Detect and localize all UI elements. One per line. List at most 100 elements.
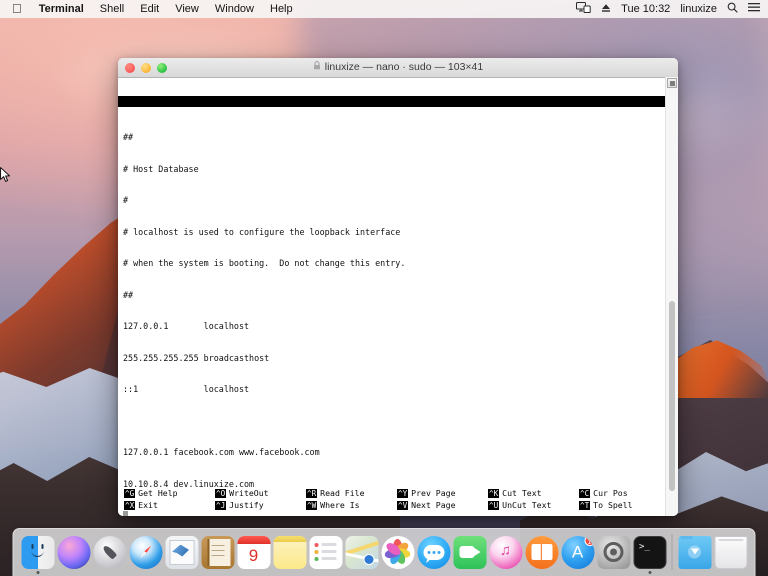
dock-item-siri[interactable] [56, 532, 92, 574]
dock-item-finder[interactable] [20, 532, 56, 574]
search-icon[interactable] [727, 2, 738, 16]
dock-item-safari[interactable] [128, 532, 164, 574]
lock-icon [313, 58, 321, 77]
apple-logo-icon[interactable]:  [10, 0, 31, 18]
nano-editor[interactable]: GNU nano 2.0.6 File: /etc/hosts Modified… [118, 78, 678, 516]
shortcut-label: Next Page [411, 500, 455, 511]
running-indicator [288, 571, 291, 574]
running-indicator [360, 571, 363, 574]
text-cursor [123, 511, 128, 517]
running-indicator [504, 571, 507, 574]
shortcut-cut-text[interactable]: ^K Cut Text [482, 487, 573, 499]
shortcut-cur-pos[interactable]: ^C Cur Pos [573, 487, 664, 499]
eject-icon[interactable] [601, 3, 611, 16]
running-indicator [36, 571, 39, 574]
photos-icon [381, 536, 414, 569]
ibooks-icon [525, 536, 558, 569]
terminal-scrollbar[interactable] [665, 77, 678, 516]
calendar-day-number: 9 [237, 544, 270, 569]
dock-item-contacts[interactable] [200, 532, 236, 574]
shortcut-read-file[interactable]: ^R Read File [300, 487, 391, 499]
app-store-badge: 1 [584, 536, 594, 546]
shortcut-where-is[interactable]: ^W Where Is [300, 499, 391, 511]
shortcut-label: Read File [320, 488, 364, 499]
shortcut-key: ^O [215, 489, 226, 498]
scrollbar-thumb[interactable] [669, 301, 675, 491]
nano-header-bar: GNU nano 2.0.6 File: /etc/hosts Modified [118, 96, 666, 107]
dock-item-notes[interactable] [272, 532, 308, 574]
running-indicator [693, 571, 696, 574]
dock-separator [672, 534, 673, 570]
dock-item-messages[interactable] [416, 532, 452, 574]
shortcut-get-help[interactable]: ^G Get Help [118, 487, 209, 499]
dock-item-appstore[interactable]: A 1 [560, 532, 596, 574]
dock-item-downloads[interactable] [677, 532, 713, 574]
window-controls [118, 63, 167, 73]
minimize-button[interactable] [141, 63, 151, 73]
menu-item-terminal[interactable]: Terminal [31, 0, 92, 18]
trash-icon [714, 536, 747, 569]
shortcut-key: ^X [124, 501, 135, 510]
close-button[interactable] [125, 63, 135, 73]
dock-item-maps[interactable] [344, 532, 380, 574]
running-indicator [540, 571, 543, 574]
dock-item-trash[interactable] [713, 532, 749, 574]
running-indicator [432, 571, 435, 574]
dock-item-launchpad[interactable] [92, 532, 128, 574]
running-indicator [216, 571, 219, 574]
zoom-button[interactable] [157, 63, 167, 73]
nano-content-area[interactable]: ## # Host Database # # localhost is used… [123, 111, 653, 516]
running-indicator [180, 571, 183, 574]
shortcut-row-bottom: ^X Exit ^J Justify ^W Where Is ^V Next P… [118, 499, 666, 511]
menu-bar:  Terminal Shell Edit View Window Help [0, 0, 768, 18]
menu-item-window[interactable]: Window [207, 0, 262, 18]
shortcut-key: ^W [306, 501, 317, 510]
menu-item-shell[interactable]: Shell [92, 0, 132, 18]
terminal-window[interactable]: linuxize — nano · sudo — 103×41 GNU nano… [118, 58, 678, 516]
menu-item-edit[interactable]: Edit [132, 0, 167, 18]
content-line: 255.255.255.255 broadcasthost [123, 353, 653, 364]
shortcut-justify[interactable]: ^J Justify [209, 499, 300, 511]
dock-item-facetime[interactable] [452, 532, 488, 574]
dock-item-photos[interactable] [380, 532, 416, 574]
shortcut-to-spell[interactable]: ^T To Spell [573, 499, 664, 511]
terminal-titlebar[interactable]: linuxize — nano · sudo — 103×41 [118, 58, 678, 78]
dock-item-system-preferences[interactable] [596, 532, 632, 574]
menu-item-help[interactable]: Help [262, 0, 301, 18]
dock-item-ibooks[interactable] [524, 532, 560, 574]
dock-item-terminal[interactable]: >_ [632, 532, 668, 574]
dock-item-reminders[interactable] [308, 532, 344, 574]
reminders-icon [309, 536, 342, 569]
shortcut-label: Exit [138, 500, 158, 511]
menu-item-view[interactable]: View [167, 0, 207, 18]
shortcut-key: ^T [579, 501, 590, 510]
shortcut-key: ^R [306, 489, 317, 498]
content-line: ::1 localhost [123, 384, 653, 395]
shortcut-exit[interactable]: ^X Exit [118, 499, 209, 511]
dock-item-calendar[interactable]: 9 [236, 532, 272, 574]
content-line: # when the system is booting. Do not cha… [123, 258, 653, 269]
shortcut-uncut-text[interactable]: ^U UnCut Text [482, 499, 573, 511]
shortcut-key: ^Y [397, 489, 408, 498]
control-center-icon[interactable] [748, 2, 760, 16]
shortcut-write-out[interactable]: ^O WriteOut [209, 487, 300, 499]
menu-bar-status-area: Tue 10:32 linuxize [576, 0, 768, 18]
downloads-folder-icon [678, 536, 711, 569]
content-line: ## [123, 132, 653, 143]
scrollbar-resize-icon[interactable] [667, 78, 677, 88]
terminal-window-title: linuxize — nano · sudo — 103×41 [325, 58, 483, 77]
shortcut-label: Prev Page [411, 488, 455, 499]
mail-icon [165, 536, 198, 569]
system-preferences-icon [597, 536, 630, 569]
dock-item-mail[interactable] [164, 532, 200, 574]
dock-item-itunes[interactable]: ♫ [488, 532, 524, 574]
shortcut-next-page[interactable]: ^V Next Page [391, 499, 482, 511]
running-indicator [612, 571, 615, 574]
shortcut-key: ^V [397, 501, 408, 510]
shortcut-prev-page[interactable]: ^Y Prev Page [391, 487, 482, 499]
menu-bar-username[interactable]: linuxize [680, 0, 717, 18]
screen-sharing-icon[interactable] [576, 2, 591, 16]
shortcut-label: Get Help [138, 488, 177, 499]
menu-bar-clock[interactable]: Tue 10:32 [621, 0, 670, 18]
shortcut-key: ^J [215, 501, 226, 510]
